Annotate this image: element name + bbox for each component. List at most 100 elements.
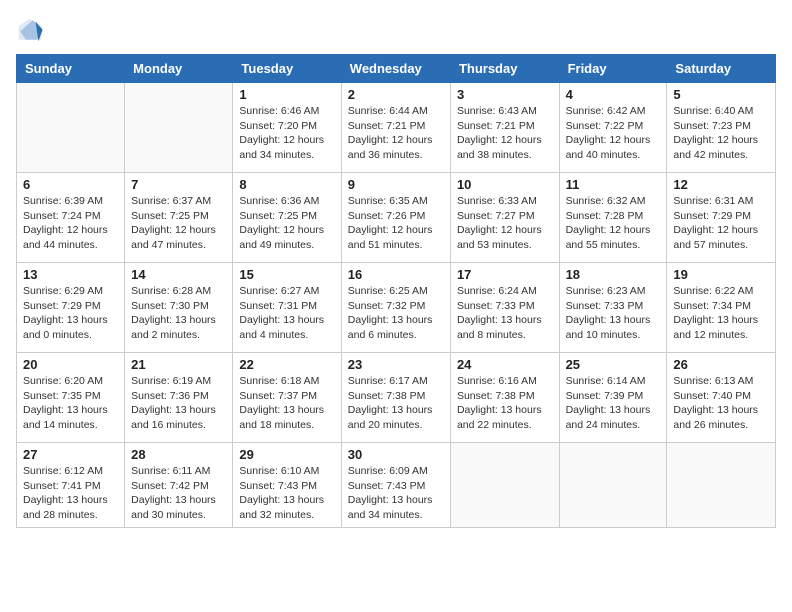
day-info: Sunrise: 6:40 AMSunset: 7:23 PMDaylight:… [673, 104, 769, 163]
day-number: 19 [673, 267, 769, 282]
sunrise-text: Sunrise: 6:36 AM [239, 194, 334, 209]
calendar-cell: 5 Sunrise: 6:40 AMSunset: 7:23 PMDaylight… [667, 83, 776, 173]
sunrise-text: Sunrise: 6:31 AM [673, 194, 769, 209]
weekday-header-tuesday: Tuesday [233, 55, 341, 83]
calendar-table: SundayMondayTuesdayWednesdayThursdayFrid… [16, 54, 776, 528]
daylight-text: Daylight: 13 hours and 34 minutes. [348, 493, 444, 522]
sunset-text: Sunset: 7:38 PM [457, 389, 553, 404]
sunrise-text: Sunrise: 6:14 AM [566, 374, 661, 389]
daylight-text: Daylight: 12 hours and 40 minutes. [566, 133, 661, 162]
sunset-text: Sunset: 7:29 PM [23, 299, 118, 314]
calendar-week-1: 1Sunrise: 6:46 AMSunset: 7:20 PMDaylight… [17, 83, 776, 173]
day-number: 26 [673, 357, 769, 372]
sunrise-text: Sunrise: 6:10 AM [239, 464, 334, 479]
sunrise-text: Sunrise: 6:22 AM [673, 284, 769, 299]
day-info: Sunrise: 6:17 AMSunset: 7:38 PMDaylight:… [348, 374, 444, 433]
calendar-cell: 26Sunrise: 6:13 AMSunset: 7:40 PMDayligh… [667, 353, 776, 443]
daylight-text: Daylight: 12 hours and 36 minutes. [348, 133, 444, 162]
day-info: Sunrise: 6:29 AMSunset: 7:29 PMDaylight:… [23, 284, 118, 343]
calendar-cell [17, 83, 125, 173]
daylight-text: Daylight: 13 hours and 18 minutes. [239, 403, 334, 432]
day-number: 22 [239, 357, 334, 372]
day-number: 20 [23, 357, 118, 372]
sunrise-text: Sunrise: 6:29 AM [23, 284, 118, 299]
sunset-text: Sunset: 7:33 PM [566, 299, 661, 314]
day-info: Sunrise: 6:35 AMSunset: 7:26 PMDaylight:… [348, 194, 444, 253]
sunset-text: Sunset: 7:38 PM [348, 389, 444, 404]
day-info: Sunrise: 6:43 AMSunset: 7:21 PMDaylight:… [457, 104, 553, 163]
sunset-text: Sunset: 7:35 PM [23, 389, 118, 404]
daylight-text: Daylight: 13 hours and 8 minutes. [457, 313, 553, 342]
daylight-text: Daylight: 12 hours and 55 minutes. [566, 223, 661, 252]
sunrise-text: Sunrise: 6:18 AM [239, 374, 334, 389]
daylight-text: Daylight: 13 hours and 32 minutes. [239, 493, 334, 522]
calendar-cell: 2 Sunrise: 6:44 AMSunset: 7:21 PMDaylight… [341, 83, 450, 173]
sunrise-text: Sunrise: 6:40 AM [673, 104, 769, 119]
calendar-cell: 7Sunrise: 6:37 AMSunset: 7:25 PMDaylight… [125, 173, 233, 263]
day-number: 5 [673, 87, 769, 102]
calendar-cell: 8Sunrise: 6:36 AMSunset: 7:25 PMDaylight… [233, 173, 341, 263]
calendar-cell: 4Sunrise: 6:42 AMSunset: 7:22 PMDaylight… [559, 83, 667, 173]
logo [16, 16, 48, 44]
daylight-text: Daylight: 13 hours and 6 minutes. [348, 313, 444, 342]
day-number: 7 [131, 177, 226, 192]
day-number: 3 [457, 87, 553, 102]
weekday-header-sunday: Sunday [17, 55, 125, 83]
sunrise-text: Sunrise: 6:44 AM [348, 104, 444, 119]
sunset-text: Sunset: 7:20 PM [239, 119, 334, 134]
day-info: Sunrise: 6:31 AMSunset: 7:29 PMDaylight:… [673, 194, 769, 253]
calendar-cell [667, 443, 776, 528]
calendar-cell [450, 443, 559, 528]
day-number: 29 [239, 447, 334, 462]
day-info: Sunrise: 6:16 AMSunset: 7:38 PMDaylight:… [457, 374, 553, 433]
daylight-text: Daylight: 13 hours and 16 minutes. [131, 403, 226, 432]
daylight-text: Daylight: 12 hours and 57 minutes. [673, 223, 769, 252]
sunset-text: Sunset: 7:22 PM [566, 119, 661, 134]
sunrise-text: Sunrise: 6:42 AM [566, 104, 661, 119]
daylight-text: Daylight: 13 hours and 0 minutes. [23, 313, 118, 342]
day-number: 2 [348, 87, 444, 102]
calendar-cell: 15Sunrise: 6:27 AMSunset: 7:31 PMDayligh… [233, 263, 341, 353]
calendar-cell: 12 Sunrise: 6:31 AMSunset: 7:29 PMDayligh… [667, 173, 776, 263]
sunrise-text: Sunrise: 6:20 AM [23, 374, 118, 389]
day-number: 18 [566, 267, 661, 282]
sunset-text: Sunset: 7:24 PM [23, 209, 118, 224]
day-number: 1 [239, 87, 334, 102]
sunset-text: Sunset: 7:42 PM [131, 479, 226, 494]
calendar-cell: 27Sunrise: 6:12 AMSunset: 7:41 PMDayligh… [17, 443, 125, 528]
day-number: 14 [131, 267, 226, 282]
daylight-text: Daylight: 13 hours and 22 minutes. [457, 403, 553, 432]
sunset-text: Sunset: 7:25 PM [239, 209, 334, 224]
weekday-header-saturday: Saturday [667, 55, 776, 83]
sunset-text: Sunset: 7:41 PM [23, 479, 118, 494]
day-info: Sunrise: 6:24 AMSunset: 7:33 PMDaylight:… [457, 284, 553, 343]
daylight-text: Daylight: 13 hours and 14 minutes. [23, 403, 118, 432]
daylight-text: Daylight: 13 hours and 26 minutes. [673, 403, 769, 432]
weekday-header-friday: Friday [559, 55, 667, 83]
day-number: 17 [457, 267, 553, 282]
calendar-cell: 14Sunrise: 6:28 AMSunset: 7:30 PMDayligh… [125, 263, 233, 353]
page-header [16, 16, 776, 44]
calendar-cell: 10Sunrise: 6:33 AMSunset: 7:27 PMDayligh… [450, 173, 559, 263]
day-number: 16 [348, 267, 444, 282]
calendar-cell: 19Sunrise: 6:22 AMSunset: 7:34 PMDayligh… [667, 263, 776, 353]
sunrise-text: Sunrise: 6:17 AM [348, 374, 444, 389]
day-info: Sunrise: 6:12 AMSunset: 7:41 PMDaylight:… [23, 464, 118, 523]
calendar-header-row: SundayMondayTuesdayWednesdayThursdayFrid… [17, 55, 776, 83]
sunset-text: Sunset: 7:43 PM [348, 479, 444, 494]
sunrise-text: Sunrise: 6:37 AM [131, 194, 226, 209]
calendar-cell: 29Sunrise: 6:10 AMSunset: 7:43 PMDayligh… [233, 443, 341, 528]
day-number: 12 [673, 177, 769, 192]
calendar-cell: 13Sunrise: 6:29 AMSunset: 7:29 PMDayligh… [17, 263, 125, 353]
day-info: Sunrise: 6:44 AMSunset: 7:21 PMDaylight:… [348, 104, 444, 163]
calendar-cell: 17 Sunrise: 6:24 AMSunset: 7:33 PMDayligh… [450, 263, 559, 353]
calendar-cell [125, 83, 233, 173]
sunrise-text: Sunrise: 6:09 AM [348, 464, 444, 479]
day-info: Sunrise: 6:23 AMSunset: 7:33 PMDaylight:… [566, 284, 661, 343]
weekday-header-monday: Monday [125, 55, 233, 83]
daylight-text: Daylight: 12 hours and 49 minutes. [239, 223, 334, 252]
daylight-text: Daylight: 12 hours and 44 minutes. [23, 223, 118, 252]
sunrise-text: Sunrise: 6:28 AM [131, 284, 226, 299]
sunset-text: Sunset: 7:23 PM [673, 119, 769, 134]
calendar-cell: 1Sunrise: 6:46 AMSunset: 7:20 PMDaylight… [233, 83, 341, 173]
